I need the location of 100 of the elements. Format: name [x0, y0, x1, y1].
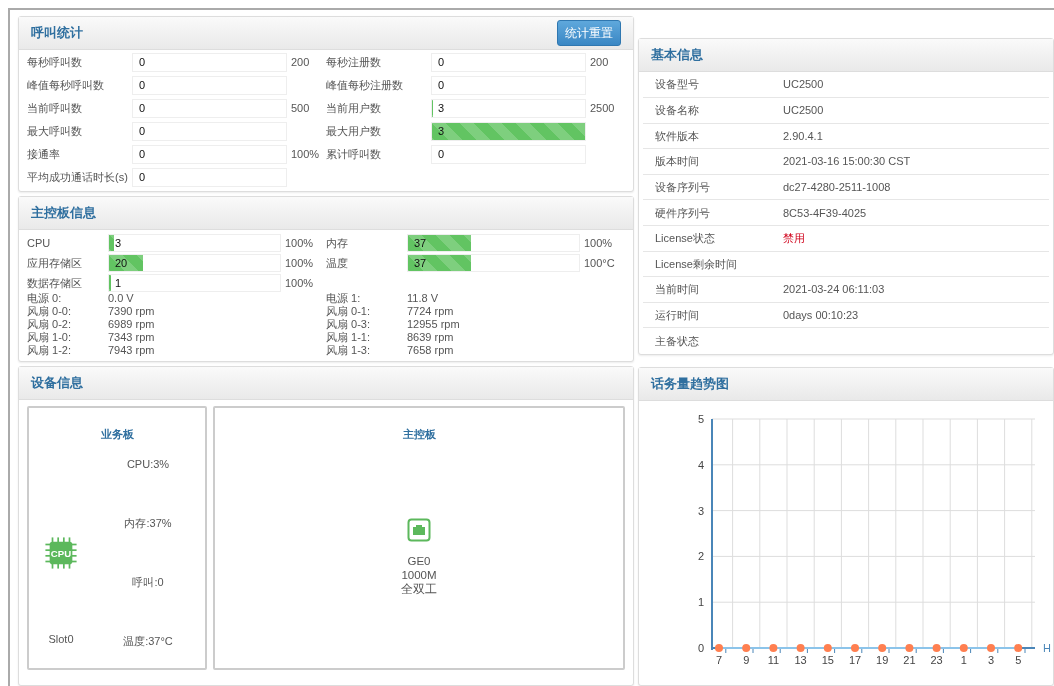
info-value: 8C53-4F39-4025 — [783, 206, 867, 219]
info-label: 主备状态 — [655, 334, 699, 347]
data-point — [769, 643, 778, 652]
reading-value: 7658 rpm — [407, 344, 454, 357]
data-point — [987, 643, 995, 652]
reading-value: 7390 rpm — [108, 305, 155, 318]
data-point — [905, 643, 914, 652]
y-tick-label: 1 — [697, 595, 704, 608]
reset-button[interactable]: 统计重置 — [557, 20, 621, 46]
info-label: 设备名称 — [655, 104, 699, 117]
ethernet-port-icon — [407, 517, 431, 542]
meter-value: 0 — [138, 78, 146, 94]
x-tick-label: 7 — [715, 653, 723, 666]
panel-title: 主控板信息 — [31, 204, 96, 223]
meter-label: 温度 — [326, 255, 349, 271]
x-axis-label: H — [1043, 641, 1051, 654]
meter-value: 0 — [437, 147, 445, 163]
data-point — [959, 643, 968, 652]
panel-title: 基本信息 — [651, 46, 703, 65]
info-value: 2021-03-16 15:00:30 CST — [783, 155, 911, 168]
stat-label: 每秒呼叫数 — [27, 55, 83, 71]
info-value: 0days 00:10:23 — [783, 308, 859, 321]
meter-value: 3 — [114, 235, 122, 251]
meter-label: CPU — [27, 235, 52, 251]
reading-label: 风扇 0-1: — [326, 305, 371, 318]
data-point — [715, 643, 723, 652]
max-value: 200 — [589, 55, 609, 71]
meter-value: 1 — [114, 275, 122, 291]
reading-label: 风扇 1-1: — [326, 331, 371, 344]
y-tick-label: 4 — [697, 458, 704, 471]
x-tick-label: 17 — [848, 653, 862, 666]
reading-value: 7943 rpm — [108, 344, 155, 357]
data-point — [878, 643, 887, 652]
reading-label: 风扇 1-2: — [27, 344, 72, 357]
slot-label: Slot0 — [48, 632, 74, 647]
x-tick-label: 3 — [987, 653, 995, 666]
board-stat: 呼叫:0 — [132, 574, 164, 590]
meter-value: 0 — [138, 170, 146, 186]
meter-value: 3 — [437, 124, 445, 140]
info-label: 运行时间 — [655, 308, 699, 321]
meter-label: 应用存储区 — [27, 255, 83, 271]
info-value: UC2500 — [783, 104, 824, 117]
x-tick-label: 5 — [1015, 653, 1022, 666]
data-point — [742, 643, 751, 652]
stat-label: 接通率 — [27, 147, 61, 163]
reading-label: 风扇 0-3: — [326, 318, 371, 331]
info-label: 软件版本 — [655, 129, 699, 142]
x-tick-label: 19 — [876, 653, 889, 666]
panel-title: 呼叫统计 — [31, 24, 83, 43]
stat-label: 峰值每秒呼叫数 — [27, 78, 105, 94]
meter-value: 0 — [437, 78, 445, 94]
info-label: 设备序列号 — [655, 180, 710, 193]
info-label: License剩余时间 — [655, 257, 737, 270]
meter-value: 37 — [413, 255, 427, 271]
info-label: 设备型号 — [655, 78, 699, 91]
meter-label: 数据存储区 — [27, 275, 83, 291]
reading-label: 风扇 1-3: — [326, 344, 371, 357]
info-label: License状态 — [655, 232, 715, 245]
port-info: GE0 — [407, 553, 431, 568]
max-value: 100% — [290, 147, 320, 163]
data-point — [932, 643, 941, 652]
info-label: 版本时间 — [655, 155, 699, 168]
max-value: 500 — [290, 101, 310, 117]
info-value: 2021-03-24 06:11:03 — [783, 283, 885, 296]
meter-value: 0 — [437, 55, 445, 71]
stat-label: 峰值每秒注册数 — [326, 78, 404, 94]
max-value: 2500 — [589, 101, 615, 117]
reading-value: 7343 rpm — [108, 331, 155, 344]
board-stat: 温度:37°C — [123, 633, 173, 649]
y-tick-label: 3 — [697, 504, 704, 517]
reading-label: 风扇 0-0: — [27, 305, 72, 318]
stat-label: 累计呼叫数 — [326, 147, 382, 163]
max-value: 200 — [290, 55, 310, 71]
x-tick-label: 15 — [821, 653, 834, 666]
stat-label: 每秒注册数 — [326, 55, 382, 71]
reading-label: 风扇 1-0: — [27, 331, 72, 344]
meter-value: 37 — [413, 235, 427, 251]
y-tick-label: 2 — [697, 549, 704, 562]
reading-label: 风扇 0-2: — [27, 318, 72, 331]
meter-value: 3 — [437, 101, 445, 117]
stat-label: 当前用户数 — [326, 101, 382, 117]
x-tick-label: 1 — [960, 653, 967, 666]
reading-value: 11.8 V — [407, 292, 438, 305]
max-value: 100% — [284, 235, 314, 251]
board-stat: 内存:37% — [124, 515, 172, 531]
info-value: 2.90.4.1 — [783, 129, 823, 142]
reading-label: 电源 0: — [27, 292, 63, 305]
max-value: 100°C — [583, 255, 615, 271]
info-label: 硬件序列号 — [655, 206, 710, 219]
reading-value: 7724 rpm — [407, 305, 454, 318]
meter-value: 20 — [114, 255, 128, 271]
x-tick-label: 13 — [794, 653, 807, 666]
card-title: 业务板 — [100, 427, 134, 442]
x-tick-label: 23 — [930, 653, 943, 666]
x-tick-label: 21 — [903, 653, 916, 666]
x-tick-label: 9 — [743, 653, 750, 666]
data-point — [796, 643, 805, 652]
reading-value: 12955 rpm — [407, 318, 460, 331]
reading-value: 8639 rpm — [407, 331, 454, 344]
meter-value: 0 — [138, 55, 146, 71]
